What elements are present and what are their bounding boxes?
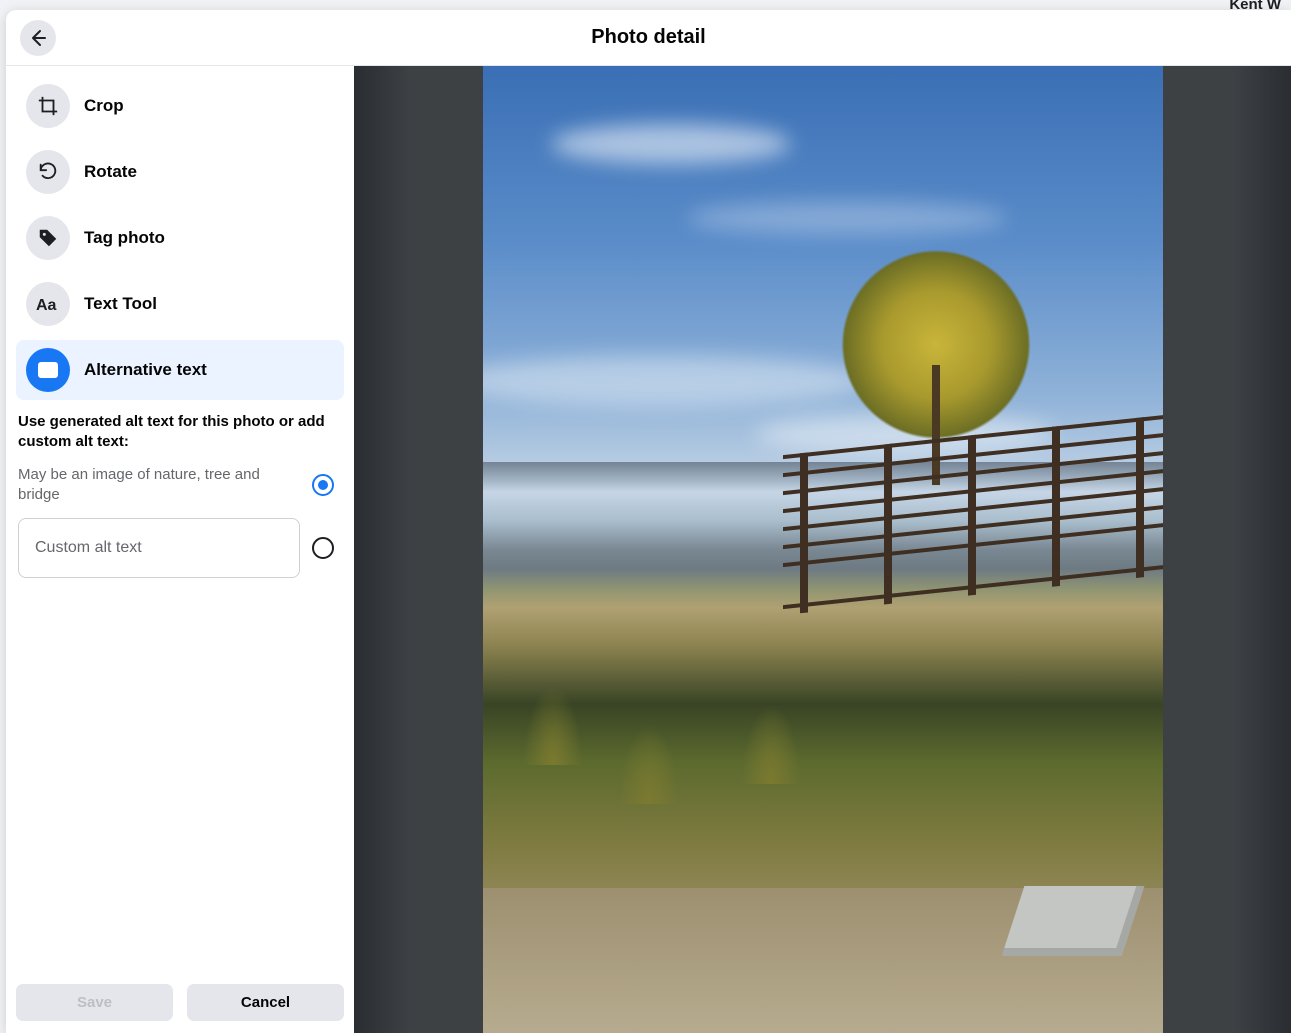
- tool-label: Crop: [84, 96, 124, 116]
- tool-rotate[interactable]: Rotate: [16, 142, 344, 202]
- photo-preview: [483, 66, 1163, 1033]
- custom-alt-row: [18, 518, 334, 578]
- back-button[interactable]: [20, 20, 56, 56]
- generated-alt-text: May be an image of nature, tree and brid…: [18, 465, 312, 504]
- tool-alternative-text[interactable]: Aa Alternative text: [16, 340, 344, 400]
- custom-alt-radio[interactable]: [312, 537, 334, 559]
- save-button[interactable]: Save: [16, 984, 173, 1021]
- tool-label: Alternative text: [84, 360, 207, 380]
- tool-label: Tag photo: [84, 228, 165, 248]
- alt-text-section: Use generated alt text for this photo or…: [16, 406, 344, 578]
- alt-text-heading: Use generated alt text for this photo or…: [18, 412, 334, 451]
- tag-icon: [26, 216, 70, 260]
- arrow-left-icon: [28, 28, 48, 48]
- tool-tag-photo[interactable]: Tag photo: [16, 208, 344, 268]
- tool-crop[interactable]: Crop: [16, 76, 344, 136]
- tool-label: Text Tool: [84, 294, 157, 314]
- sidebar: Crop Rotate Tag photo Aa Text Tool: [6, 66, 354, 1033]
- generated-alt-row[interactable]: May be an image of nature, tree and brid…: [18, 465, 334, 518]
- generated-alt-radio[interactable]: [312, 474, 334, 496]
- sidebar-footer: Save Cancel: [16, 978, 344, 1023]
- custom-alt-input[interactable]: [18, 518, 300, 578]
- svg-text:Aa: Aa: [36, 297, 57, 314]
- svg-text:Aa: Aa: [43, 367, 54, 376]
- photo-detail-modal: Photo detail Crop Rotate Tag photo: [6, 10, 1291, 1033]
- modal-header: Photo detail: [6, 10, 1291, 66]
- alt-text-icon: Aa: [26, 348, 70, 392]
- tool-label: Rotate: [84, 162, 137, 182]
- cancel-button[interactable]: Cancel: [187, 984, 344, 1021]
- rotate-icon: [26, 150, 70, 194]
- photo-canvas: [354, 66, 1291, 1033]
- modal-title: Photo detail: [6, 26, 1291, 49]
- text-icon: Aa: [26, 282, 70, 326]
- tool-text[interactable]: Aa Text Tool: [16, 274, 344, 334]
- crop-icon: [26, 84, 70, 128]
